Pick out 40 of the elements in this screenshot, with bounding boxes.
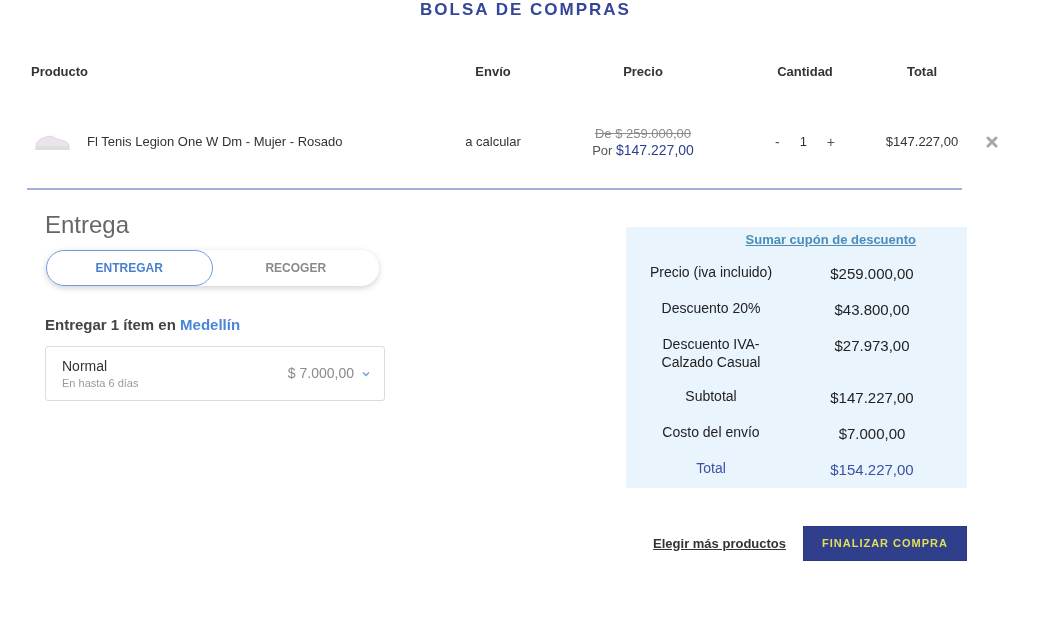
delivery-heading: Entregar 1 ítem en — [45, 316, 176, 333]
checkout-button[interactable]: FINALIZAR COMPRA — [803, 526, 967, 561]
line-total: $147.227,00 — [885, 134, 959, 150]
page-title: BOLSA DE COMPRAS — [420, 0, 631, 20]
sale-price: $147.227,00 — [616, 142, 694, 158]
summary-label: Descuento 20% — [660, 299, 762, 318]
column-header: Cantidad — [777, 64, 833, 80]
total-label: Total — [695, 459, 727, 478]
summary-label: Costo del envío — [661, 423, 761, 442]
increase-button[interactable]: + — [822, 133, 840, 151]
section-title: Entrega — [45, 210, 130, 240]
summary-value: $43.800,00 — [833, 300, 911, 319]
shipping-option[interactable]: Normal En hasta 6 días $ 7.000,00 — [45, 346, 385, 401]
city-link[interactable]: Medellín — [180, 316, 241, 333]
column-header: Envío — [475, 64, 511, 80]
summary-value: $27.973,00 — [833, 336, 911, 356]
total-value: $154.227,00 — [829, 460, 915, 479]
continue-shopping-link[interactable]: Elegir más productos — [653, 533, 786, 554]
summary-label: Precio (iva incluido) — [648, 263, 774, 282]
column-header: Producto — [31, 64, 89, 80]
quantity-value: 1 — [799, 133, 807, 152]
chevron-down-icon[interactable] — [362, 370, 370, 377]
decrease-button[interactable]: - — [770, 133, 784, 151]
summary-label: Subtotal — [684, 387, 738, 406]
old-price: De $ 259.000,00 — [594, 125, 692, 142]
summary-value: $147.227,00 — [829, 388, 915, 407]
shipping-text: a calcular — [465, 134, 521, 150]
close-icon[interactable] — [986, 136, 998, 148]
product-name: Fl Tenis Legion One W Dm - Mujer - Rosado — [87, 133, 343, 152]
summary-label: Descuento IVA-Calzado Casual — [660, 335, 762, 371]
shipping-eta: En hasta 6 días — [62, 375, 139, 391]
sneaker-drawing — [33, 132, 71, 152]
shipping-price: $ 7.000,00 — [287, 364, 354, 383]
shipping-name: Normal — [62, 356, 108, 375]
column-header: Total — [906, 64, 938, 80]
price-prefix: Por — [592, 143, 613, 158]
summary-value: $7.000,00 — [837, 424, 907, 443]
column-header: Precio — [623, 64, 663, 80]
delivery-tab[interactable]: RECOGER — [212, 250, 379, 286]
summary-value: $259.000,00 — [829, 264, 915, 283]
